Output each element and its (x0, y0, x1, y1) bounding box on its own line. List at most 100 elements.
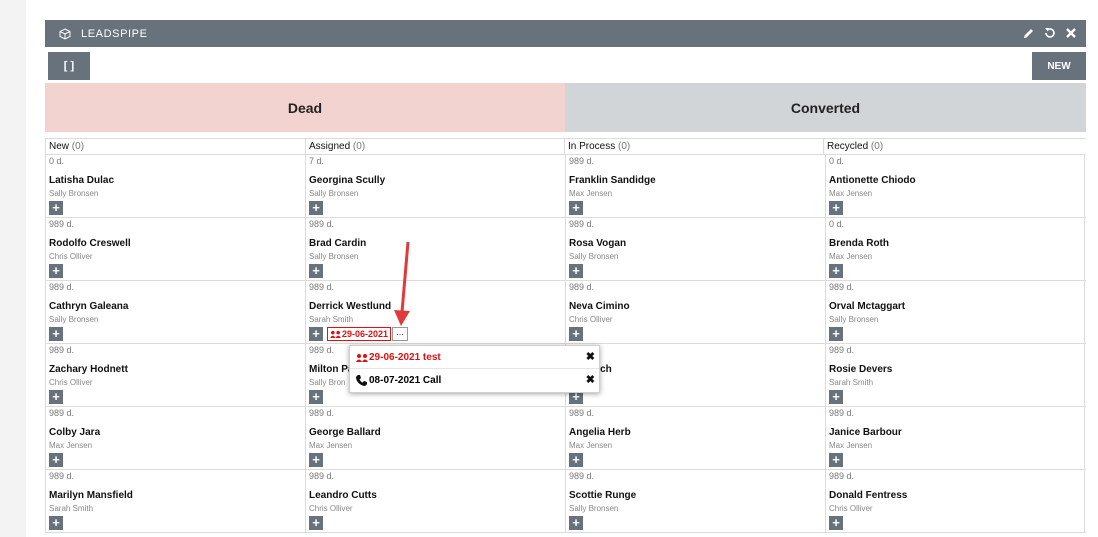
lead-name[interactable]: Latisha Dulac (49, 175, 114, 186)
add-activity-button[interactable]: + (569, 201, 583, 215)
lead-name[interactable]: Brenda Roth (829, 238, 889, 249)
lead-card[interactable]: 989 d.n Emrichsen+ (565, 344, 825, 406)
assigned-user: Sarah Smith (49, 504, 94, 513)
lead-age: 989 d. (309, 282, 335, 292)
lead-name[interactable]: Rodolfo Creswell (49, 238, 131, 249)
phone-icon (356, 374, 369, 386)
edit-pencil-icon[interactable] (1021, 24, 1036, 42)
add-activity-button[interactable]: + (49, 516, 63, 530)
lead-age: 989 d. (309, 219, 335, 229)
assigned-user: Max Jensen (569, 189, 613, 198)
assigned-user: Sally Bronsen (49, 189, 99, 198)
lead-name[interactable]: Colby Jara (49, 427, 100, 438)
add-activity-button[interactable]: + (49, 453, 63, 467)
lead-card[interactable]: 989 d. Leandro Cutts Chris Olliver + (305, 470, 565, 532)
lead-name[interactable]: Derrick Westlund (309, 301, 391, 312)
more-activities-button[interactable]: ... (392, 327, 408, 341)
dashlet-toolbar: [ ] NEW (45, 47, 1086, 83)
converted-dropzone[interactable]: Converted (565, 83, 1086, 132)
add-activity-button[interactable]: + (49, 327, 63, 341)
assigned-user: Chris Olliver (569, 315, 613, 324)
assigned-user: Sally Bron (309, 378, 346, 387)
lead-card[interactable]: 989 d. Cathryn Galeana Sally Bronsen + (45, 281, 305, 343)
add-activity-button[interactable]: + (309, 453, 323, 467)
lead-name[interactable]: Zachary Hodnett (49, 364, 128, 375)
add-activity-button[interactable]: + (569, 516, 583, 530)
lead-name[interactable]: Franklin Sandidge (569, 175, 656, 186)
lead-card[interactable]: 989 d. Franklin Sandidge Max Jensen + (565, 155, 825, 217)
meeting-tag[interactable]: 29-06-2021 (327, 327, 392, 341)
popup-call-item[interactable]: 08-07-2021 Call ✖ (350, 368, 599, 391)
lead-card[interactable]: 989 d. Neva Cimino Chris Olliver + (565, 281, 825, 343)
add-activity-button[interactable]: + (569, 453, 583, 467)
assigned-user: Max Jensen (49, 441, 93, 450)
lead-name[interactable]: Georgina Scully (309, 175, 385, 186)
lead-name[interactable]: Marilyn Mansfield (49, 490, 133, 501)
lead-name[interactable]: Rosa Vogan (569, 238, 626, 249)
lead-card[interactable]: 989 d. Brad Cardin Sally Bronsen + (305, 218, 565, 280)
add-activity-button[interactable]: + (569, 327, 583, 341)
toggle-collapse-button[interactable]: [ ] (48, 52, 90, 80)
card-rows: 0 d. Latisha Dulac Sally Bronsen +7 d. Georg… (45, 155, 1086, 533)
lead-card[interactable]: 989 d. Derrick Westlund Sarah Smith +29-06-… (305, 281, 565, 343)
lead-card[interactable]: 989 d. Rosa Vogan Sally Bronsen + (565, 218, 825, 280)
lead-card[interactable]: 0 d. Antionette Chiodo Max Jensen + (825, 155, 1085, 217)
popup-close-icon[interactable]: ✖ (586, 373, 595, 386)
add-activity-button[interactable]: + (829, 516, 843, 530)
close-icon[interactable] (1063, 24, 1078, 42)
add-activity-button[interactable]: + (569, 264, 583, 278)
lead-card[interactable]: 989 d. George Ballard Max Jensen + (305, 407, 565, 469)
lead-age: 989 d. (309, 408, 335, 418)
lead-card[interactable]: 989 d. Donald Fentress Chris Olliver + (825, 470, 1085, 532)
lead-card[interactable]: 989 d. Angelia Herb Max Jensen + (565, 407, 825, 469)
lead-card[interactable]: 989 d. Rosie Devers Sarah Smith + (825, 344, 1085, 406)
add-activity-button[interactable]: + (309, 516, 323, 530)
lead-card[interactable]: 989 d. Marilyn Mansfield Sarah Smith + (45, 470, 305, 532)
lead-name[interactable]: Janice Barbour (829, 427, 902, 438)
lead-name[interactable]: Milton Pa (309, 364, 353, 375)
lead-card[interactable]: 0 d. Brenda Roth Max Jensen + (825, 218, 1085, 280)
leadspipe-dashlet: LEADSPIPE [ ] NEW Dead Converted New (0)… (45, 20, 1086, 537)
assigned-user: Chris Olliver (49, 378, 93, 387)
lead-name[interactable]: Rosie Devers (829, 364, 892, 375)
lead-name[interactable]: Cathryn Galeana (49, 301, 128, 312)
lead-card[interactable]: 0 d. Latisha Dulac Sally Bronsen + (45, 155, 305, 217)
column-header-new: New (0) (45, 139, 305, 154)
lead-card[interactable]: 989 d. Rodolfo Creswell Chris Olliver + (45, 218, 305, 280)
add-activity-button[interactable]: + (49, 390, 63, 404)
lead-name[interactable]: Scottie Runge (569, 490, 636, 501)
lead-card[interactable]: 989 d. Scottie Runge Sally Bronsen + (565, 470, 825, 532)
lead-name[interactable]: Angelia Herb (569, 427, 631, 438)
lead-name[interactable]: Neva Cimino (569, 301, 630, 312)
activities-popup: 29-06-2021 test ✖ 08-07-2021 Call ✖ (349, 345, 600, 393)
lead-name[interactable]: Brad Cardin (309, 238, 366, 249)
add-activity-button[interactable]: + (829, 201, 843, 215)
add-activity-button[interactable]: + (829, 390, 843, 404)
lead-card[interactable]: 7 d. Georgina Scully Sally Bronsen + (305, 155, 565, 217)
new-lead-button[interactable]: NEW (1032, 52, 1086, 80)
add-activity-button[interactable]: + (829, 264, 843, 278)
add-activity-button[interactable]: + (309, 390, 323, 404)
lead-name[interactable]: Antionette Chiodo (829, 175, 916, 186)
popup-close-icon[interactable]: ✖ (586, 350, 595, 363)
lead-card[interactable]: 989 d. Orval Mctaggart Sally Bronsen + (825, 281, 1085, 343)
lead-card[interactable]: 989 d. Zachary Hodnett Chris Olliver + (45, 344, 305, 406)
add-activity-button[interactable]: + (829, 327, 843, 341)
lead-card[interactable]: 989 d. Colby Jara Max Jensen + (45, 407, 305, 469)
lead-name[interactable]: Donald Fentress (829, 490, 907, 501)
lead-age: 989 d. (309, 345, 335, 355)
refresh-icon[interactable] (1042, 24, 1057, 42)
lead-name[interactable]: George Ballard (309, 427, 381, 438)
popup-meeting-item[interactable]: 29-06-2021 test ✖ (350, 346, 599, 368)
add-activity-button[interactable]: + (309, 264, 323, 278)
lead-name[interactable]: Orval Mctaggart (829, 301, 905, 312)
lead-name[interactable]: Leandro Cutts (309, 490, 377, 501)
add-activity-button[interactable]: + (309, 327, 323, 341)
add-activity-button[interactable]: + (49, 201, 63, 215)
add-activity-button[interactable]: + (829, 453, 843, 467)
dead-dropzone[interactable]: Dead (45, 83, 565, 132)
add-activity-button[interactable]: + (309, 201, 323, 215)
assigned-user: Max Jensen (829, 252, 873, 261)
add-activity-button[interactable]: + (49, 264, 63, 278)
lead-card[interactable]: 989 d. Janice Barbour Max Jensen + (825, 407, 1085, 469)
